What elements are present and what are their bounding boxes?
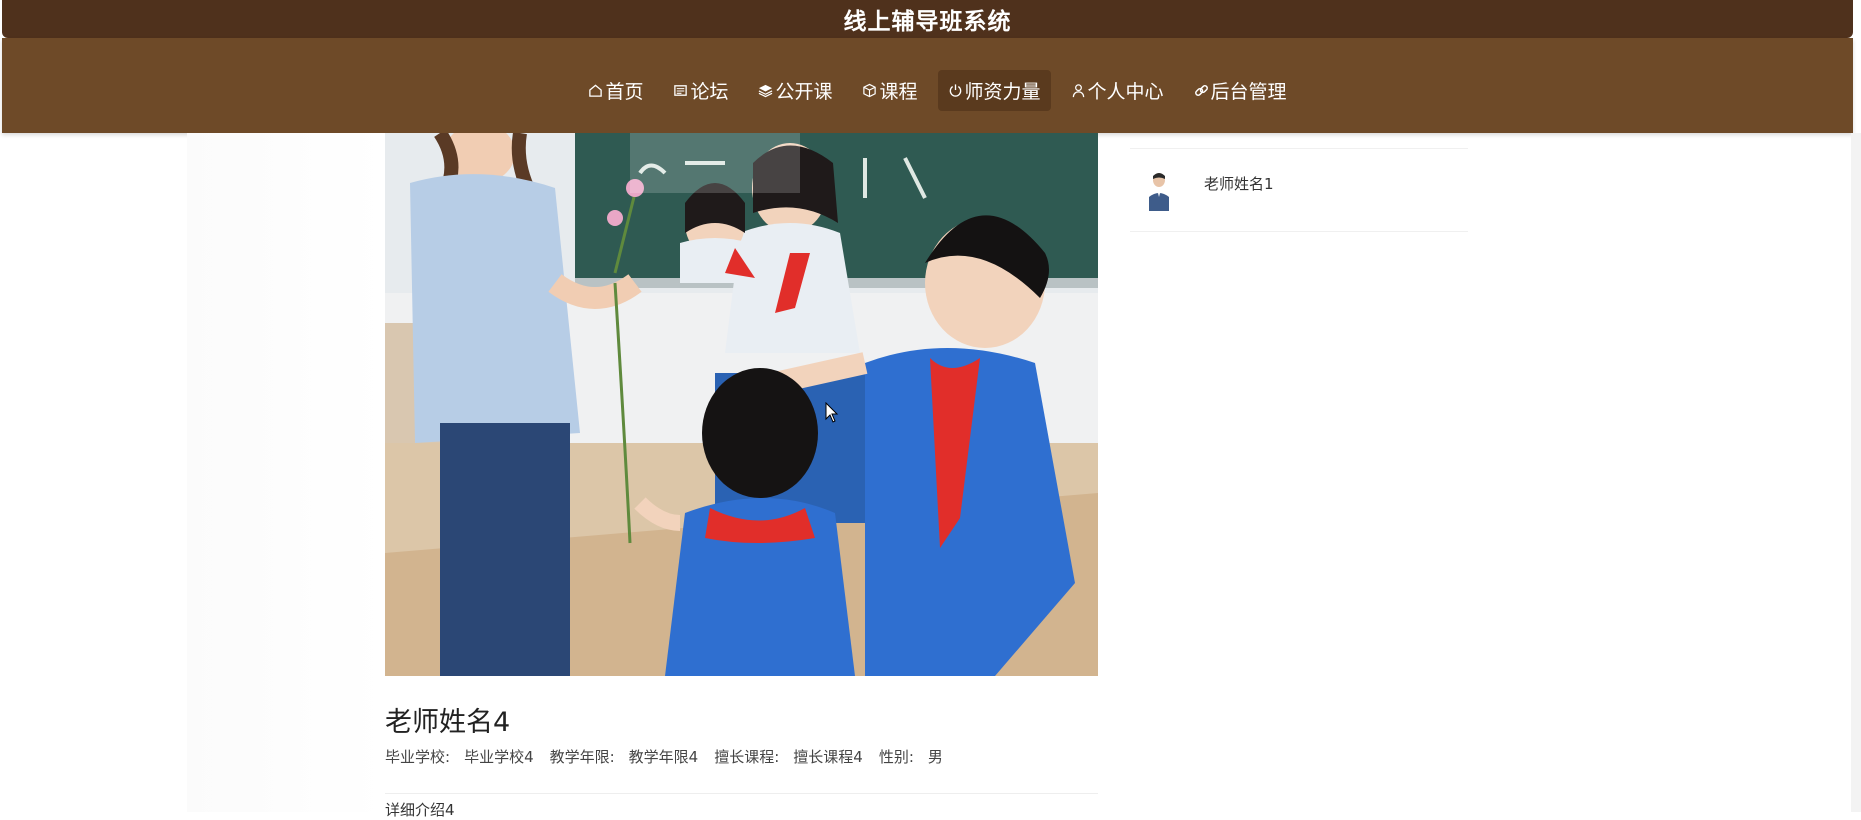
nav-item-label: 课程 <box>879 81 918 103</box>
nav-item-label: 论坛 <box>690 81 729 103</box>
power-icon <box>949 84 961 97</box>
nav-item-personal-center[interactable]: 个人中心 <box>1061 70 1174 111</box>
info-label: 擅长课程: <box>714 748 780 766</box>
site-title: 线上辅导班系统 <box>843 9 1012 35</box>
home-icon <box>589 84 603 97</box>
info-label: 性别: <box>878 748 914 766</box>
nav-item-admin[interactable]: 后台管理 <box>1184 70 1297 111</box>
teacher-name: 老师姓名4 <box>385 707 511 738</box>
user-icon <box>1072 84 1084 98</box>
nav-item-label: 师资力量 <box>964 81 1041 103</box>
nav-item-label: 个人中心 <box>1087 81 1164 103</box>
info-gender: 性别: 男 <box>879 746 943 767</box>
nav-item-open-course[interactable]: 公开课 <box>748 70 842 111</box>
link-icon <box>1194 85 1208 96</box>
nav-items: 首页 论坛 公开课 课程 师资力量 个人中心 后台管理 <box>578 70 1296 111</box>
info-school: 毕业学校: 毕业学校4 <box>385 746 534 767</box>
section-divider <box>385 793 1098 794</box>
sidebar-teacher-name: 老师姓名1 <box>1204 175 1274 193</box>
nav-item-label: 公开课 <box>775 81 833 103</box>
nav-item-home[interactable]: 首页 <box>578 70 653 111</box>
info-label: 毕业学校: <box>385 748 451 766</box>
nav-item-course[interactable]: 课程 <box>852 70 927 111</box>
info-label: 教学年限: <box>549 748 615 766</box>
info-value: 男 <box>927 748 943 766</box>
teacher-photo <box>385 133 1098 676</box>
forum-icon <box>674 85 688 96</box>
box-icon <box>863 83 877 98</box>
nav-item-label: 后台管理 <box>1210 81 1287 103</box>
nav-item-forum[interactable]: 论坛 <box>663 70 738 111</box>
info-specialty: 擅长课程: 擅长课程4 <box>714 746 863 767</box>
mouse-cursor-icon <box>825 402 839 423</box>
main-navigation: 首页 论坛 公开课 课程 师资力量 个人中心 后台管理 <box>2 38 1853 133</box>
info-value: 教学年限4 <box>628 748 699 766</box>
page-scrollbar[interactable] <box>1851 133 1861 812</box>
detail-intro: 详细介绍4 <box>385 801 455 819</box>
info-value: 毕业学校4 <box>464 748 534 766</box>
info-value: 擅长课程4 <box>793 748 863 766</box>
info-teaching-years: 教学年限: 教学年限4 <box>550 746 699 767</box>
layers-icon <box>759 84 773 98</box>
top-title-bar: 线上辅导班系统 <box>2 0 1853 38</box>
nav-item-label: 首页 <box>605 81 644 103</box>
teacher-info-row: 毕业学校: 毕业学校4 教学年限: 教学年限4 擅长课程: 擅长课程4 性别: … <box>385 746 943 767</box>
sidebar-teacher-item[interactable]: 老师姓名1 <box>1130 148 1468 232</box>
left-margin <box>187 133 387 812</box>
avatar <box>1149 173 1169 211</box>
nav-item-teachers[interactable]: 师资力量 <box>937 70 1051 111</box>
